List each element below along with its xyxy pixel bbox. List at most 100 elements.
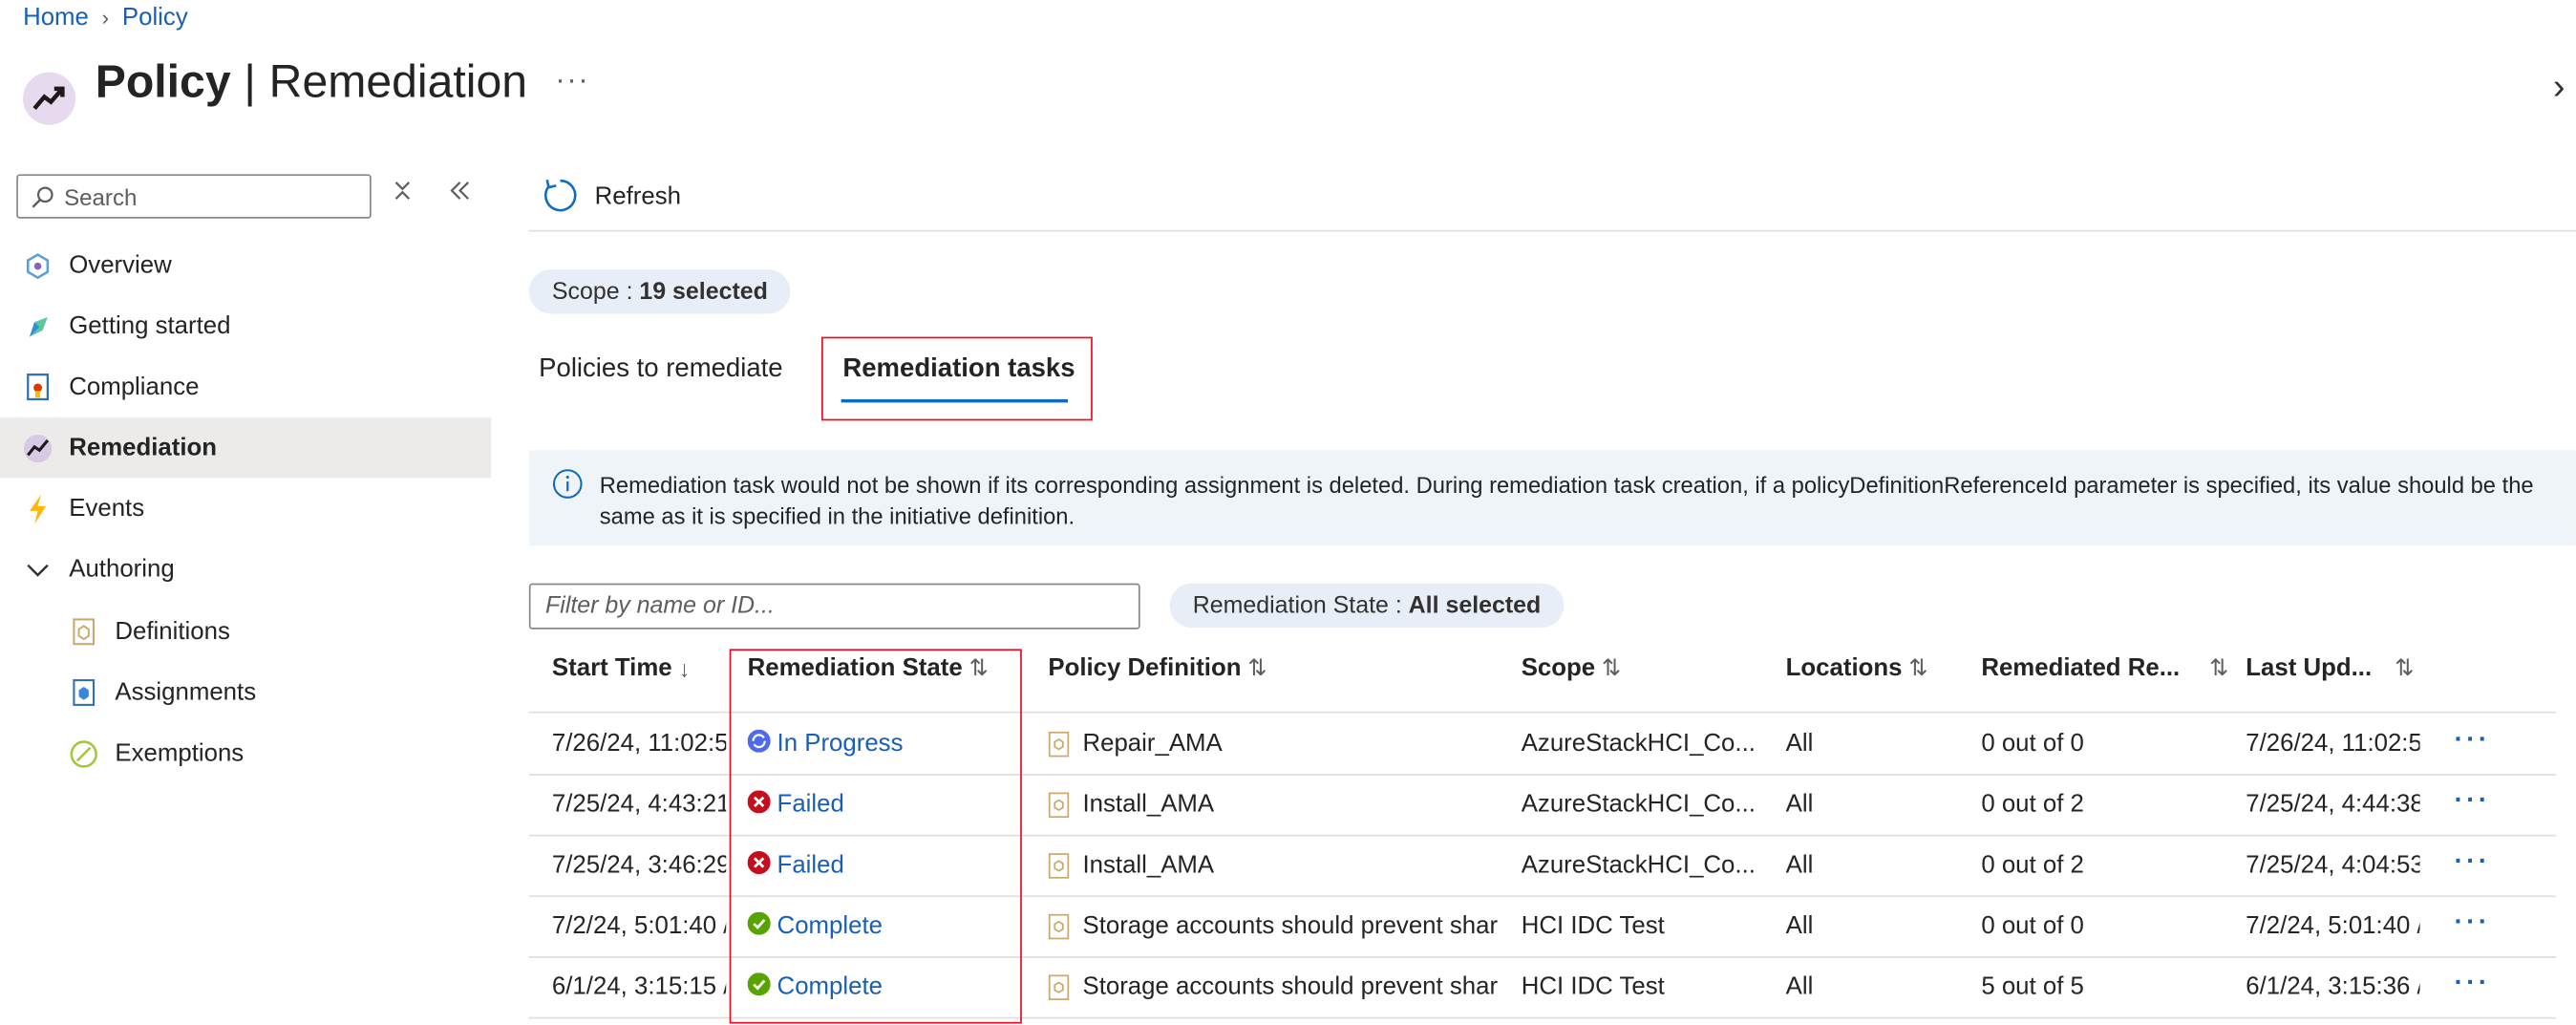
more-options-icon[interactable]: ··· [555,62,589,96]
chevron-down-icon [23,555,53,585]
column-header-remediated-resources[interactable]: Remediated Re... ⇅ [1981,654,2228,682]
sidebar-item-authoring[interactable]: Authoring [0,539,491,600]
sort-icon: ⇅ [2395,653,2415,681]
policy-definition-icon [1048,731,1070,758]
tab-policies-to-remediate[interactable]: Policies to remediate [539,355,782,385]
collapse-icon[interactable] [393,179,413,208]
sort-descending-icon: ↓ [678,654,691,681]
sidebar-item-label: Compliance [69,373,200,401]
definitions-icon [69,617,98,647]
state-pill-value: All selected [1408,592,1542,619]
cell-remediated-resources: 0 out of 2 [1981,850,2084,880]
lightning-icon [23,493,53,523]
page-title-main: Policy [95,55,231,107]
sidebar-item-events[interactable]: Events [0,479,491,540]
column-header-policy-definition[interactable]: Policy Definition ⇅ [1048,654,1267,682]
column-header-scope[interactable]: Scope ⇅ [1522,654,1621,682]
page-title: Policy | Remediation [95,55,528,107]
cell-locations: All [1785,911,1814,940]
sort-icon: ⇅ [1908,653,1928,681]
filter-input[interactable] [545,592,1121,620]
column-header-label: Policy Definition [1048,653,1242,682]
scope-filter-pill[interactable]: Scope :19 selected [528,269,791,314]
cell-last-updated: 6/1/24, 3:15:36 / [2246,972,2420,1001]
exemptions-icon [69,738,98,768]
cell-locations: All [1785,972,1814,1001]
cell-policy-definition: Install_AMA [1048,851,1498,879]
state-pill-label: Remediation State : [1192,592,1402,619]
breadcrumb: Home › Policy [23,3,188,31]
cell-scope: HCI IDC Test [1521,911,1665,940]
cell-scope: AzureStackHCI_Co... [1521,850,1756,880]
cell-locations: All [1785,790,1814,819]
sidebar-item-compliance[interactable]: Compliance [0,356,491,417]
cell-scope: HCI IDC Test [1521,972,1665,1001]
policy-definition-name: Install_AMA [1082,790,1215,819]
info-banner: Remediation task would not be shown if i… [528,450,2576,546]
policy-definition-icon [1048,973,1070,1000]
info-icon [552,468,584,507]
policy-definition-icon [1048,852,1070,879]
cell-locations: All [1785,729,1814,758]
tab-remediation-tasks[interactable]: Remediation tasks [842,355,1075,385]
compliance-icon [23,373,53,402]
column-header-start-time[interactable]: Start Time ↓ [552,654,691,682]
policy-definition-name: Repair_AMA [1082,729,1223,758]
refresh-button[interactable]: Refresh [543,178,681,214]
scope-pill-label: Scope : [551,278,633,306]
cell-start-time: 7/25/24, 4:43:21 [551,790,727,819]
remediation-icon [23,433,53,462]
chevron-right-icon[interactable]: › [2553,66,2565,109]
breadcrumb-home-link[interactable]: Home [23,3,89,31]
cell-last-updated: 7/25/24, 4:44:38 [2246,790,2420,819]
sidebar-item-label: Overview [69,251,172,280]
sidebar-item-assignments[interactable]: Assignments [0,662,491,723]
policy-definition-name: Storage accounts should prevent shar [1082,911,1499,940]
cell-last-updated: 7/25/24, 4:04:53 [2246,850,2420,880]
sidebar-item-label: Exemptions [115,739,245,768]
refresh-icon [543,179,577,212]
column-header-label: Scope [1521,653,1596,682]
cell-policy-definition: Install_AMA [1048,790,1498,819]
row-more-options-icon[interactable]: ··· [2455,970,2491,999]
search-icon [32,185,53,207]
chevron-right-icon: › [101,5,110,30]
highlight-box-state-column [729,649,1022,1024]
sidebar-item-overview[interactable]: Overview [0,235,491,296]
sidebar-item-label: Assignments [115,678,257,707]
sort-icon: ⇅ [1247,653,1267,681]
toolbar-divider [528,229,2576,232]
cell-remediated-resources: 0 out of 0 [1981,911,2084,940]
sidebar-search[interactable] [16,174,372,219]
sidebar-item-remediation[interactable]: Remediation [0,416,492,479]
policy-definition-icon [1048,791,1070,818]
cell-policy-definition: Storage accounts should prevent shar [1048,972,1498,1000]
column-header-locations[interactable]: Locations ⇅ [1786,654,1928,682]
sidebar-item-exemptions[interactable]: Exemptions [0,723,491,784]
search-input[interactable] [64,182,344,210]
remediation-trend-icon [23,72,76,125]
cell-last-updated: 7/2/24, 5:01:40 / [2246,911,2420,940]
column-header-label: Remediated Re... [1981,653,2181,682]
cell-policy-definition: Repair_AMA [1048,730,1498,758]
sidebar-item-label: Remediation [69,434,218,462]
filter-box[interactable] [528,583,1140,630]
column-header-last-updated[interactable]: Last Upd... ⇅ [2246,654,2414,682]
cell-remediated-resources: 5 out of 5 [1981,972,2084,1001]
row-more-options-icon[interactable]: ··· [2455,908,2491,938]
breadcrumb-policy-link[interactable]: Policy [122,3,188,31]
row-more-options-icon[interactable]: ··· [2455,726,2491,756]
remediation-state-filter-pill[interactable]: Remediation State : All selected [1169,583,1565,629]
refresh-label: Refresh [594,182,681,210]
sidebar-item-getting-started[interactable]: Getting started [0,296,491,357]
column-header-label: Last Upd... [2246,653,2373,682]
sidebar-item-definitions[interactable]: Definitions [0,602,491,663]
row-more-options-icon[interactable]: ··· [2455,848,2491,878]
cell-start-time: 7/26/24, 11:02:5 [551,729,727,758]
cell-policy-definition: Storage accounts should prevent shar [1048,912,1498,940]
cell-remediated-resources: 0 out of 2 [1981,790,2084,819]
row-more-options-icon[interactable]: ··· [2455,787,2491,817]
double-chevron-left-icon[interactable] [449,179,472,208]
policy-definition-name: Install_AMA [1082,850,1215,880]
sort-icon: ⇅ [1602,653,1622,681]
